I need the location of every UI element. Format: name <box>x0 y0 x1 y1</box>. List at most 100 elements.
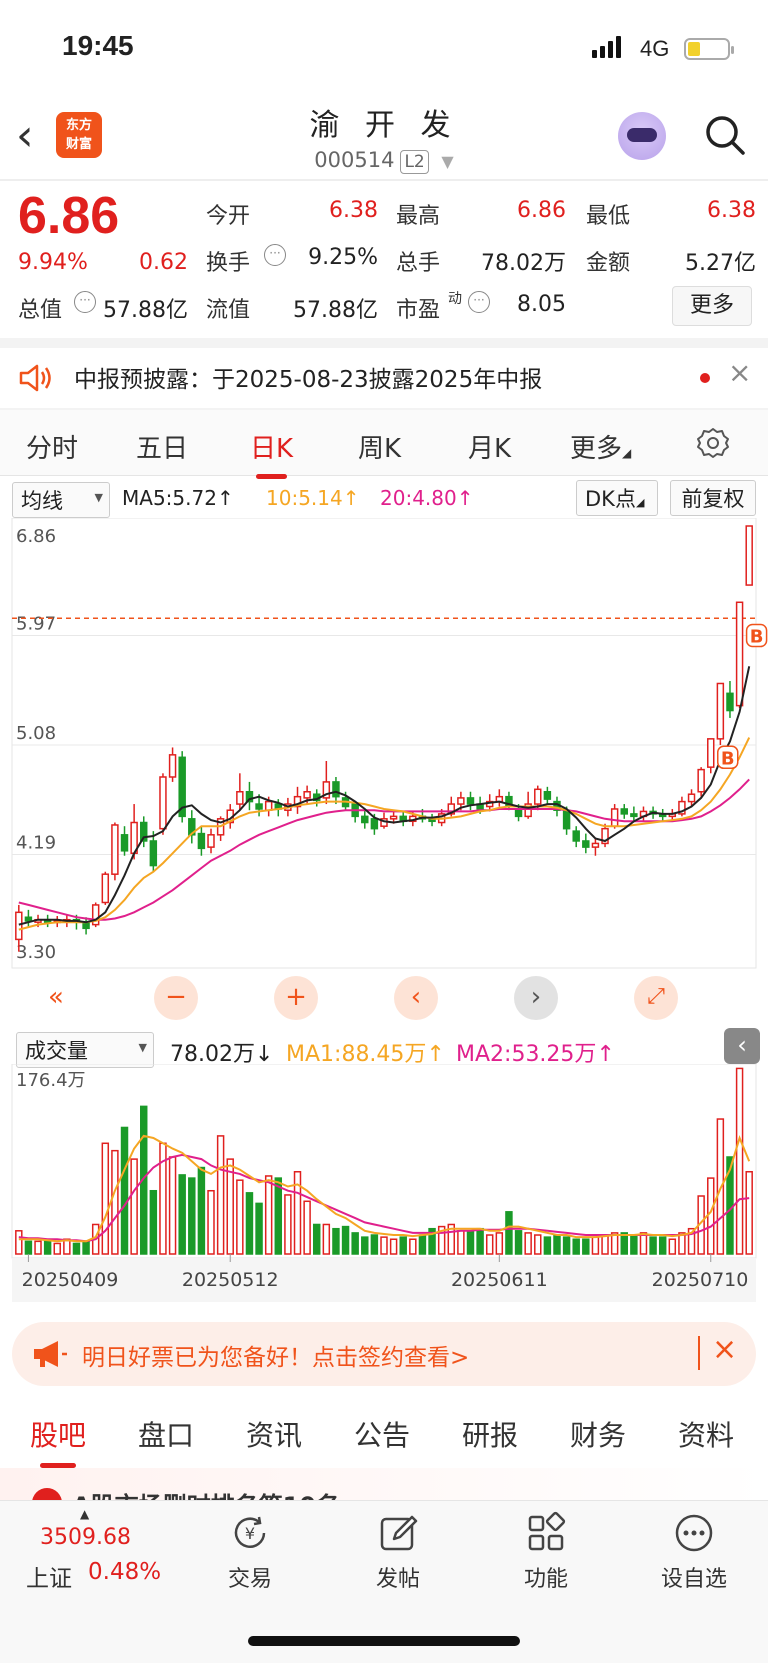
search-icon[interactable] <box>704 114 746 156</box>
tab-more[interactable]: 更多◢ <box>570 428 631 465</box>
zoom-out-button[interactable]: − <box>154 976 198 1020</box>
rank-icon <box>32 1488 62 1500</box>
candle-up <box>101 873 110 904</box>
volume-bar-down <box>332 1227 340 1255</box>
more-dots-icon[interactable]: ··· <box>74 291 96 313</box>
megaphone-icon <box>32 1338 68 1370</box>
more-circle-icon <box>644 1511 744 1555</box>
x-axis-band <box>12 1258 756 1302</box>
add-watchlist-button[interactable]: 设自选 <box>644 1511 744 1593</box>
volume-bar-up <box>457 1230 465 1255</box>
settings-icon[interactable] <box>696 426 730 460</box>
dk-button[interactable]: DK点◢ <box>576 480 658 516</box>
volume-bar-down <box>351 1232 359 1255</box>
candle-down <box>572 830 580 842</box>
tab-research[interactable]: 研报 <box>462 1414 518 1454</box>
kline-chart[interactable]: 6.86 5.97 5.08 4.19 3.30 B B <box>0 518 768 1028</box>
index-name[interactable]: 上证 <box>26 1559 72 1593</box>
scroll-left-button[interactable]: ‹ <box>394 976 438 1020</box>
volume-bar-down <box>658 1236 667 1255</box>
volume-bar-up <box>389 1238 398 1255</box>
tab-monthly-k[interactable]: 月K <box>468 428 511 465</box>
candle-down <box>466 797 475 805</box>
candle-up <box>457 797 465 805</box>
volume-bar-up <box>591 1236 600 1255</box>
tab-wuri[interactable]: 五日 <box>136 428 188 465</box>
trade-button[interactable]: ¥ 交易 <box>200 1511 300 1593</box>
volume-label: 总手 <box>396 251 441 276</box>
tab-weekly-k[interactable]: 周K <box>358 428 401 465</box>
tab-daily-k[interactable]: 日K <box>250 428 293 479</box>
assistant-robot-icon[interactable] <box>618 112 666 160</box>
volume-bar-up <box>409 1238 417 1255</box>
volume-bar-up <box>101 1142 110 1255</box>
more-dots-icon[interactable]: ··· <box>468 291 490 313</box>
notice-bar[interactable]: 中报预披露：于2025-08-23披露2025年中报 × <box>0 348 768 410</box>
tab-news[interactable]: 资讯 <box>246 1414 302 1454</box>
volume-bar-up <box>53 1242 61 1255</box>
index-change[interactable]: 0.48% <box>88 1559 161 1585</box>
candle-up <box>111 824 119 875</box>
candle-down <box>24 916 33 922</box>
candle-up <box>610 808 619 827</box>
volume-chart[interactable]: 176.4万 20250409 20250512 20250611 20250710 <box>0 1064 768 1312</box>
collapse-panel-button[interactable]: ‹ <box>724 1028 760 1064</box>
pe-sup: 动 <box>448 291 462 307</box>
x-tick-label: 20250611 <box>451 1269 548 1291</box>
close-icon[interactable]: × <box>712 1332 737 1367</box>
volume-bar-up <box>207 1189 215 1255</box>
volume-bar-down <box>505 1211 513 1255</box>
volume-bar-down <box>630 1234 638 1255</box>
tab-pankou[interactable]: 盘口 <box>138 1414 194 1454</box>
more-button[interactable]: 更多 <box>672 286 752 326</box>
tab-announcements[interactable]: 公告 <box>354 1414 410 1454</box>
volume-bar-up <box>130 1158 138 1255</box>
caret-up-icon: ▲ <box>80 1507 90 1521</box>
volume-bar-down <box>399 1236 407 1255</box>
banner-text: 明日好票已为您备好！点击签约查看> <box>82 1345 470 1371</box>
total-mv-value: 57.88亿 <box>103 298 188 323</box>
volume-value: 78.02万 <box>481 251 566 276</box>
post-label: 发帖 <box>375 1567 420 1592</box>
pe-value: 8.05 <box>517 292 566 317</box>
close-icon[interactable]: × <box>728 356 751 389</box>
ma5-value: MA5:5.72 <box>122 486 217 510</box>
candle-down <box>562 809 571 830</box>
ma20-line <box>18 778 750 921</box>
tab-guba[interactable]: 股吧 <box>30 1414 86 1468</box>
dk-label: DK点 <box>585 487 636 511</box>
svg-text:¥: ¥ <box>245 1524 255 1543</box>
post-button[interactable]: 发帖 <box>348 1511 448 1593</box>
candle-up <box>236 791 244 805</box>
candle-down <box>197 832 206 850</box>
volume-select[interactable]: 成交量 ▼ <box>16 1032 154 1068</box>
indicator-select[interactable]: 均线 ▼ <box>12 482 110 518</box>
volume-select-label: 成交量 <box>25 1039 88 1063</box>
ma-row: 均线 ▼ MA5:5.72↑ 10:5.14↑ 20:4.80↑ DK点◢ 前复权 <box>0 476 768 518</box>
volume-bar-down <box>514 1230 523 1255</box>
x-tick-label: 20250409 <box>22 1269 119 1291</box>
adjust-button[interactable]: 前复权 <box>670 480 756 516</box>
volume-bar-up <box>707 1177 715 1255</box>
fullscreen-icon[interactable]: ⤢ <box>634 976 678 1020</box>
tab-profile[interactable]: 资料 <box>678 1414 734 1454</box>
promo-banner[interactable]: 明日好票已为您备好！点击签约查看> × <box>12 1322 756 1386</box>
index-value[interactable]: 3509.68 <box>40 1525 131 1550</box>
kline-tabs: 分时 五日 日K 周K 月K 更多◢ <box>0 410 768 479</box>
indicator-select-label: 均线 <box>21 489 63 513</box>
function-button[interactable]: 功能 <box>496 1511 596 1593</box>
volume-bar-up <box>303 1200 311 1255</box>
volume-bar-up <box>15 1230 23 1255</box>
scroll-right-button[interactable]: › <box>514 976 558 1020</box>
volume-bar-down <box>620 1232 628 1255</box>
candle-up <box>735 601 744 707</box>
chevron-down-icon: ▼ <box>441 152 454 171</box>
volume-bar-down <box>255 1202 263 1255</box>
more-dots-icon[interactable]: ··· <box>264 244 286 266</box>
tab-fenshi[interactable]: 分时 <box>26 428 78 465</box>
zoom-in-button[interactable]: + <box>274 976 318 1020</box>
tab-finance[interactable]: 财务 <box>570 1414 626 1454</box>
scroll-left-fast-button[interactable]: « <box>34 976 78 1020</box>
volume-bar-down <box>72 1242 81 1255</box>
candle-down <box>630 813 638 818</box>
